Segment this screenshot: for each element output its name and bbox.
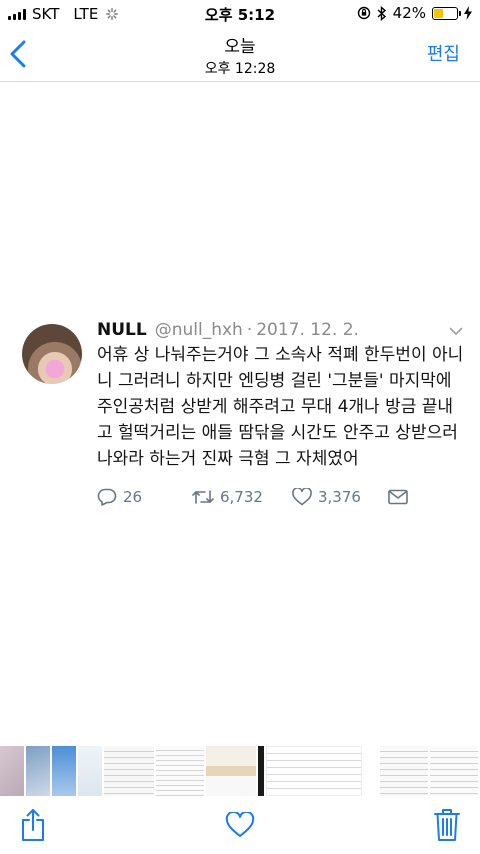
photo-thumbnail[interactable] [380,746,428,796]
tweet-actions: 26 6,732 3,376 [97,488,467,506]
photo-thumbnail[interactable] [104,746,154,796]
retweet-action: 6,732 [192,488,292,506]
photo-thumbnail[interactable] [156,746,204,796]
photo-thumbnail[interactable] [430,746,478,796]
edit-button[interactable]: 편집 [427,40,460,66]
trash-icon[interactable] [434,808,460,842]
tweet-separator: · [246,320,253,340]
bluetooth-icon [377,5,386,21]
tweet-author-name: NULL [97,320,147,340]
status-right: 42% [357,4,472,22]
photo-thumbnail[interactable] [78,746,102,796]
tweet-body: NULL @null_hxh · 2017. 12. 2. 어휴 상 나눠주는거… [97,320,467,506]
photo-thumbnail[interactable] [206,746,256,796]
charging-icon [464,6,472,20]
tweet-header: NULL @null_hxh · 2017. 12. 2. [97,320,467,340]
tweet-text: 어휴 상 나눠주는거야 그 소속사 적폐 한두번이 아니니 그러려니 하지만 엔… [97,345,464,469]
photo-thumbnail[interactable] [0,746,24,796]
tweet-author-handle: @null_hxh [154,320,243,340]
reply-action: 26 [97,488,192,506]
bottom-toolbar [0,798,480,854]
nav-bar: 오늘 오후 12:28 편집 [0,28,480,82]
like-count: 3,376 [318,488,361,506]
reply-count: 26 [123,488,143,506]
avatar [22,324,82,384]
envelope-icon [388,489,408,505]
photo-thumbnail[interactable] [364,746,378,796]
thumbnail-strip[interactable] [0,746,480,796]
tweet-date: 2017. 12. 2. [256,320,359,340]
battery-percent: 42% [392,4,426,22]
heart-icon[interactable] [225,812,255,838]
status-bar: SKT LTE 오후 5:12 42% [0,0,480,28]
nav-subtitle: 오후 12:28 [204,61,276,77]
nav-title: 오늘 [224,37,256,57]
like-action: 3,376 [292,488,388,506]
dm-action [388,489,408,505]
battery-icon [432,6,461,20]
retweet-icon [192,490,214,504]
heart-outline-icon [292,488,312,506]
chevron-down-icon [449,327,463,336]
retweet-count: 6,732 [220,488,263,506]
photo-thumbnail[interactable] [26,746,50,796]
photo-thumbnail-current[interactable] [266,746,362,796]
photo-thumbnail[interactable] [52,746,76,796]
reply-icon [97,488,117,506]
orientation-lock-icon [357,6,370,20]
share-icon[interactable] [20,808,46,842]
photo-thumbnail[interactable] [258,746,264,796]
